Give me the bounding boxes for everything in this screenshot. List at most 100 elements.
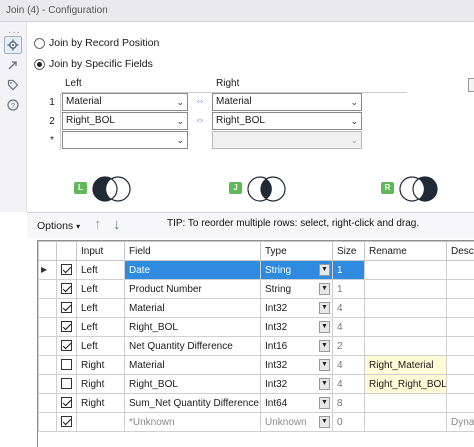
left-field-select[interactable]: Right_BOL ⌄ bbox=[62, 112, 188, 130]
size-cell[interactable]: 1 bbox=[332, 279, 365, 299]
row-indicator[interactable] bbox=[38, 336, 57, 356]
column-header-type[interactable]: Type bbox=[260, 241, 333, 261]
table-row[interactable]: Left Net Quantity Difference Int16 ▼ 2 bbox=[38, 336, 474, 356]
type-cell[interactable]: String ▼ bbox=[260, 279, 333, 299]
field-cell[interactable]: Net Quantity Difference bbox=[124, 336, 261, 356]
radio-button[interactable] bbox=[34, 37, 45, 49]
column-header-field[interactable]: Field bbox=[124, 241, 261, 261]
field-cell[interactable]: Date bbox=[124, 260, 261, 280]
size-cell[interactable]: 4 bbox=[332, 298, 365, 318]
rename-cell[interactable] bbox=[364, 393, 447, 413]
size-cell[interactable]: 0 bbox=[332, 412, 365, 432]
type-dropdown-icon[interactable]: ▼ bbox=[319, 340, 330, 352]
row-indicator[interactable] bbox=[38, 317, 57, 337]
description-cell[interactable]: Dynar bbox=[446, 412, 474, 432]
field-include-checkbox-cell[interactable] bbox=[56, 298, 77, 318]
table-row[interactable]: Left Product Number String ▼ 1 bbox=[38, 279, 474, 299]
field-include-checkbox[interactable] bbox=[61, 340, 72, 352]
side-button[interactable] bbox=[468, 78, 474, 92]
type-cell[interactable]: Int16 ▼ bbox=[260, 336, 333, 356]
field-include-checkbox[interactable] bbox=[61, 378, 72, 390]
field-cell[interactable]: *Unknown bbox=[124, 412, 261, 432]
field-include-checkbox[interactable] bbox=[61, 359, 72, 371]
join-by-position-option[interactable]: Join by Record Position bbox=[34, 37, 159, 49]
field-include-checkbox-cell[interactable] bbox=[56, 393, 77, 413]
row-indicator[interactable]: ▶ bbox=[38, 260, 57, 280]
field-include-checkbox[interactable] bbox=[61, 416, 72, 428]
size-cell[interactable]: 4 bbox=[332, 374, 365, 394]
type-dropdown-icon[interactable]: ▼ bbox=[319, 283, 330, 295]
type-dropdown-icon[interactable]: ▼ bbox=[319, 378, 330, 390]
type-dropdown-icon[interactable]: ▼ bbox=[319, 359, 330, 371]
tag-icon[interactable] bbox=[4, 76, 22, 94]
field-include-checkbox-cell[interactable] bbox=[56, 336, 77, 356]
size-cell[interactable]: 1 bbox=[332, 260, 365, 280]
field-include-checkbox-cell[interactable] bbox=[56, 374, 77, 394]
row-indicator[interactable] bbox=[38, 374, 57, 394]
field-include-checkbox-cell[interactable] bbox=[56, 355, 77, 375]
field-cell[interactable]: Right_BOL bbox=[124, 317, 261, 337]
field-include-checkbox-cell[interactable] bbox=[56, 412, 77, 432]
help-icon[interactable]: ? bbox=[4, 96, 22, 114]
column-header-input[interactable]: Input bbox=[76, 241, 125, 261]
rename-cell[interactable] bbox=[364, 260, 447, 280]
field-include-checkbox[interactable] bbox=[61, 283, 72, 295]
type-cell[interactable]: Int32 ▼ bbox=[260, 317, 333, 337]
join-by-fields-option[interactable]: Join by Specific Fields bbox=[34, 58, 153, 70]
description-cell[interactable] bbox=[446, 317, 474, 337]
table-row[interactable]: Right Material Int32 ▼ 4 Right_Material bbox=[38, 355, 474, 375]
row-indicator[interactable] bbox=[38, 279, 57, 299]
row-indicator[interactable] bbox=[38, 298, 57, 318]
table-row[interactable]: *Unknown Unknown ▼0 Dynar bbox=[38, 412, 474, 432]
field-include-checkbox[interactable] bbox=[61, 264, 72, 276]
row-indicator[interactable] bbox=[38, 412, 57, 432]
description-cell[interactable] bbox=[446, 298, 474, 318]
size-cell[interactable]: 8 bbox=[332, 393, 365, 413]
type-cell[interactable]: String ▼ bbox=[260, 260, 333, 280]
type-cell[interactable]: Int64 ▼ bbox=[260, 393, 333, 413]
column-header-desc[interactable]: Desc bbox=[446, 241, 474, 261]
size-cell[interactable]: 4 bbox=[332, 355, 365, 375]
rename-cell[interactable]: Right_Material bbox=[364, 355, 447, 375]
field-cell[interactable]: Sum_Net Quantity Difference bbox=[124, 393, 261, 413]
rename-cell[interactable] bbox=[364, 317, 447, 337]
field-cell[interactable]: Material bbox=[124, 355, 261, 375]
rename-cell[interactable] bbox=[364, 279, 447, 299]
table-row[interactable]: Left Right_BOL Int32 ▼ 4 bbox=[38, 317, 474, 337]
description-cell[interactable] bbox=[446, 279, 474, 299]
rename-cell[interactable] bbox=[364, 412, 447, 432]
description-cell[interactable] bbox=[446, 355, 474, 375]
move-up-icon[interactable]: ↑ bbox=[94, 216, 102, 233]
type-cell[interactable]: Int32 ▼ bbox=[260, 355, 333, 375]
size-cell[interactable]: 2 bbox=[332, 336, 365, 356]
left-field-select-new[interactable]: ⌄ bbox=[62, 131, 188, 149]
column-header-rename[interactable]: Rename bbox=[364, 241, 447, 261]
column-header-size[interactable]: Size bbox=[332, 241, 365, 261]
field-include-checkbox-cell[interactable] bbox=[56, 260, 77, 280]
field-include-checkbox-cell[interactable] bbox=[56, 279, 77, 299]
move-down-icon[interactable]: ↓ bbox=[113, 216, 121, 233]
size-cell[interactable]: 4 bbox=[332, 317, 365, 337]
right-field-select[interactable]: Right_BOL ⌄ bbox=[212, 112, 362, 130]
gear-icon[interactable] bbox=[4, 36, 22, 54]
field-cell[interactable]: Right_BOL bbox=[124, 374, 261, 394]
table-row[interactable]: Right Right_BOL Int32 ▼ 4 Right_Right_BOL bbox=[38, 374, 474, 394]
left-field-select[interactable]: Material ⌄ bbox=[62, 93, 188, 111]
rename-cell[interactable] bbox=[364, 298, 447, 318]
type-cell[interactable]: Unknown ▼ bbox=[260, 412, 333, 432]
right-field-select[interactable]: Material ⌄ bbox=[212, 93, 362, 111]
field-include-checkbox[interactable] bbox=[61, 397, 72, 409]
type-dropdown-icon[interactable]: ▼ bbox=[319, 321, 330, 333]
description-cell[interactable] bbox=[446, 393, 474, 413]
description-cell[interactable] bbox=[446, 260, 474, 280]
options-dropdown-button[interactable]: Options ▾ bbox=[37, 220, 80, 232]
field-cell[interactable]: Product Number bbox=[124, 279, 261, 299]
table-row[interactable]: Left Material Int32 ▼ 4 bbox=[38, 298, 474, 318]
field-include-checkbox-cell[interactable] bbox=[56, 317, 77, 337]
row-indicator[interactable] bbox=[38, 355, 57, 375]
type-dropdown-icon[interactable]: ▼ bbox=[319, 264, 330, 276]
rename-cell[interactable] bbox=[364, 336, 447, 356]
description-cell[interactable] bbox=[446, 374, 474, 394]
type-dropdown-icon[interactable]: ▼ bbox=[319, 397, 330, 409]
type-dropdown-icon[interactable]: ▼ bbox=[319, 302, 330, 314]
